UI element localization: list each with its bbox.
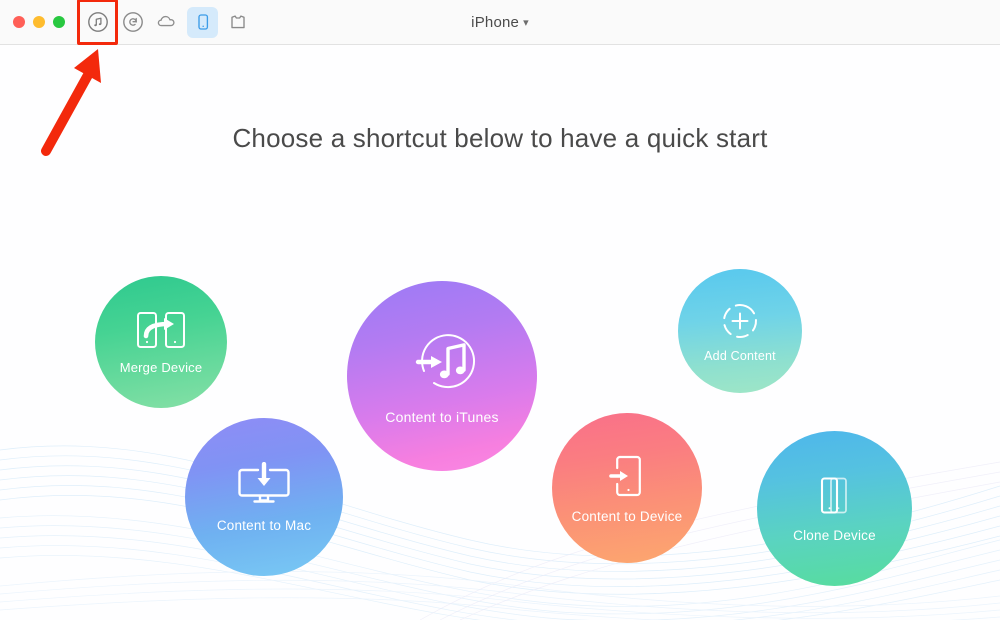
restore-circle-icon xyxy=(122,12,143,32)
cloud-icon xyxy=(157,15,175,27)
toolbar xyxy=(77,0,253,45)
shortcut-merge-device[interactable]: Merge Device xyxy=(95,276,227,408)
red-highlight-box xyxy=(77,0,118,45)
toolbar-item-media[interactable] xyxy=(82,7,113,38)
music-note-circle-icon xyxy=(87,12,108,32)
shortcut-content-to-device[interactable]: Content to Device xyxy=(552,413,702,563)
zoom-button[interactable] xyxy=(53,16,65,28)
red-pointer-arrow xyxy=(41,49,101,156)
toolkit-shirt-icon xyxy=(230,15,245,29)
page-title: Choose a shortcut below to have a quick … xyxy=(232,123,768,153)
dashed-circle-plus-icon xyxy=(719,300,761,342)
two-phones-stacked-icon xyxy=(813,474,857,518)
shortcut-add-content[interactable]: Add Content xyxy=(678,269,802,393)
monitor-download-icon xyxy=(236,461,292,508)
toolbar-item-device[interactable] xyxy=(187,6,218,38)
shortcut-label: Clone Device xyxy=(793,528,876,543)
shortcut-label: Content to iTunes xyxy=(385,409,499,425)
music-note-circle-arrow-icon xyxy=(404,327,480,397)
phone-arrow-in-icon xyxy=(606,453,648,499)
shortcut-label: Merge Device xyxy=(119,359,203,375)
device-name-label: iPhone xyxy=(471,13,520,31)
close-button[interactable] xyxy=(13,16,25,28)
toolbar-item-toolkit[interactable] xyxy=(222,7,253,38)
minimize-button[interactable] xyxy=(33,16,45,28)
device-phone-icon xyxy=(197,14,208,30)
app-window: iPhone ▾ Choose a shortcut below to have… xyxy=(0,0,1000,620)
title-bar: iPhone ▾ xyxy=(0,0,1000,45)
two-phones-arrow-icon xyxy=(135,310,187,352)
shortcut-label: Content to Device xyxy=(571,508,683,524)
traffic-lights xyxy=(0,16,65,28)
shortcut-content-to-itunes[interactable]: Content to iTunes xyxy=(347,281,537,471)
shortcut-clone-device[interactable]: Clone Device xyxy=(757,431,912,586)
shortcut-label: Content to Mac xyxy=(216,517,312,533)
main-content: Choose a shortcut below to have a quick … xyxy=(0,45,1000,620)
chevron-down-icon: ▾ xyxy=(523,16,529,29)
toolbar-item-restore[interactable] xyxy=(117,7,148,38)
shortcut-label: Add Content xyxy=(704,348,776,363)
toolbar-item-cloud[interactable] xyxy=(152,7,183,38)
shortcut-content-to-mac[interactable]: Content to Mac xyxy=(185,418,343,576)
